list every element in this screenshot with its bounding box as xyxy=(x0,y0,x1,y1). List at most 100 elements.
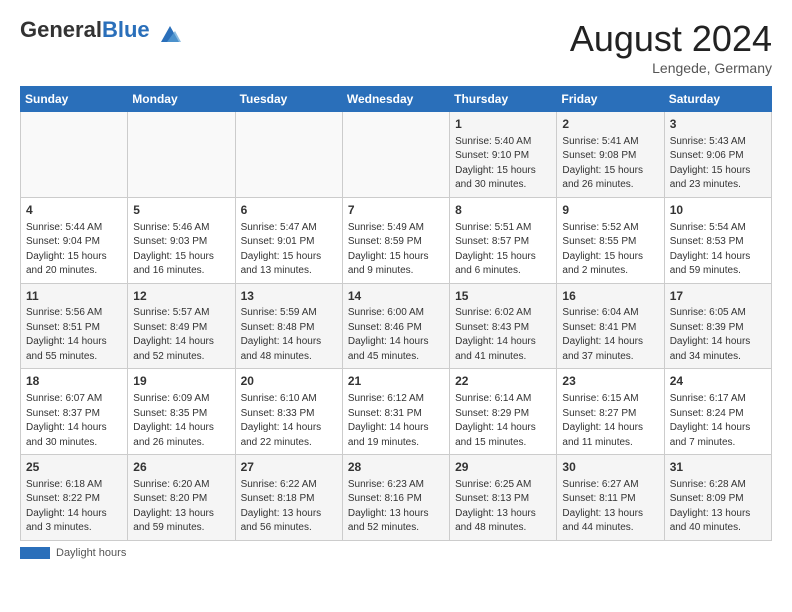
logo-general-text: General xyxy=(20,17,102,42)
footer-label: Daylight hours xyxy=(56,547,126,559)
calendar-cell: 1Sunrise: 5:40 AM Sunset: 9:10 PM Daylig… xyxy=(450,112,557,198)
day-info: Sunrise: 5:59 AM Sunset: 8:48 PM Dayligh… xyxy=(241,306,337,364)
calendar-cell xyxy=(235,112,342,198)
weekday-header-sunday: Sunday xyxy=(21,87,128,112)
calendar-cell: 7Sunrise: 5:49 AM Sunset: 8:59 PM Daylig… xyxy=(342,197,449,283)
calendar-cell: 28Sunrise: 6:23 AM Sunset: 8:16 PM Dayli… xyxy=(342,455,449,541)
location: Lengede, Germany xyxy=(570,60,772,76)
day-info: Sunrise: 5:46 AM Sunset: 9:03 PM Dayligh… xyxy=(133,221,229,279)
day-number: 28 xyxy=(348,459,444,476)
day-info: Sunrise: 6:18 AM Sunset: 8:22 PM Dayligh… xyxy=(26,478,122,536)
weekday-header-thursday: Thursday xyxy=(450,87,557,112)
calendar-cell: 29 Sunrise: 6:25 AM Sunset: 8:13 PM Dayli… xyxy=(450,455,557,541)
day-number: 13 xyxy=(241,288,337,305)
day-number: 22 xyxy=(455,373,551,390)
logo-icon xyxy=(159,22,181,44)
footer-bar-icon xyxy=(20,547,50,559)
calendar-cell xyxy=(21,112,128,198)
calendar-cell: 18 Sunrise: 6:07 AM Sunset: 8:37 PM Dayli… xyxy=(21,369,128,455)
day-number: 16 xyxy=(562,288,658,305)
day-info: Sunrise: 6:10 AM Sunset: 8:33 PM Dayligh… xyxy=(241,392,337,450)
day-number: 25 xyxy=(26,459,122,476)
calendar-body: 1Sunrise: 5:40 AM Sunset: 9:10 PM Daylig… xyxy=(21,112,772,541)
weekday-header-tuesday: Tuesday xyxy=(235,87,342,112)
day-number: 21 xyxy=(348,373,444,390)
week-row-4: 18 Sunrise: 6:07 AM Sunset: 8:37 PM Dayli… xyxy=(21,369,772,455)
calendar-cell: 11Sunrise: 5:56 AM Sunset: 8:51 PM Dayli… xyxy=(21,283,128,369)
day-number: 19 xyxy=(133,373,229,390)
day-number: 1 xyxy=(455,116,551,133)
day-info: Sunrise: 5:57 AM Sunset: 8:49 PM Dayligh… xyxy=(133,306,229,364)
page: GeneralBlue August 2024 Lengede, Germany… xyxy=(0,0,792,569)
calendar-table: SundayMondayTuesdayWednesdayThursdayFrid… xyxy=(20,86,772,541)
month-title: August 2024 xyxy=(570,18,772,60)
day-number: 8 xyxy=(455,202,551,219)
day-info: Sunrise: 5:51 AM Sunset: 8:57 PM Dayligh… xyxy=(455,221,551,279)
day-info: Sunrise: 6:05 AM Sunset: 8:39 PM Dayligh… xyxy=(670,306,766,364)
day-number: 24 xyxy=(670,373,766,390)
day-info: Sunrise: 6:17 AM Sunset: 8:24 PM Dayligh… xyxy=(670,392,766,450)
day-number: 27 xyxy=(241,459,337,476)
calendar-cell: 14Sunrise: 6:00 AM Sunset: 8:46 PM Dayli… xyxy=(342,283,449,369)
day-number: 30 xyxy=(562,459,658,476)
day-number: 4 xyxy=(26,202,122,219)
calendar-cell: 8 Sunrise: 5:51 AM Sunset: 8:57 PM Daylig… xyxy=(450,197,557,283)
calendar-cell: 21 Sunrise: 6:12 AM Sunset: 8:31 PM Dayli… xyxy=(342,369,449,455)
calendar-cell: 4Sunrise: 5:44 AM Sunset: 9:04 PM Daylig… xyxy=(21,197,128,283)
day-number: 17 xyxy=(670,288,766,305)
day-info: Sunrise: 5:43 AM Sunset: 9:06 PM Dayligh… xyxy=(670,135,766,193)
week-row-3: 11Sunrise: 5:56 AM Sunset: 8:51 PM Dayli… xyxy=(21,283,772,369)
day-info: Sunrise: 5:54 AM Sunset: 8:53 PM Dayligh… xyxy=(670,221,766,279)
calendar-cell: 17Sunrise: 6:05 AM Sunset: 8:39 PM Dayli… xyxy=(664,283,771,369)
day-number: 20 xyxy=(241,373,337,390)
week-row-1: 1Sunrise: 5:40 AM Sunset: 9:10 PM Daylig… xyxy=(21,112,772,198)
day-info: Sunrise: 5:41 AM Sunset: 9:08 PM Dayligh… xyxy=(562,135,658,193)
day-number: 5 xyxy=(133,202,229,219)
day-number: 7 xyxy=(348,202,444,219)
day-number: 10 xyxy=(670,202,766,219)
calendar-cell: 10 Sunrise: 5:54 AM Sunset: 8:53 PM Dayli… xyxy=(664,197,771,283)
calendar-cell: 19Sunrise: 6:09 AM Sunset: 8:35 PM Dayli… xyxy=(128,369,235,455)
day-number: 14 xyxy=(348,288,444,305)
day-number: 26 xyxy=(133,459,229,476)
calendar-cell: 2 Sunrise: 5:41 AM Sunset: 9:08 PM Daylig… xyxy=(557,112,664,198)
calendar-cell: 6Sunrise: 5:47 AM Sunset: 9:01 PM Daylig… xyxy=(235,197,342,283)
footer: Daylight hours xyxy=(20,547,772,559)
calendar-cell: 25 Sunrise: 6:18 AM Sunset: 8:22 PM Dayli… xyxy=(21,455,128,541)
calendar-cell: 5 Sunrise: 5:46 AM Sunset: 9:03 PM Daylig… xyxy=(128,197,235,283)
day-info: Sunrise: 6:07 AM Sunset: 8:37 PM Dayligh… xyxy=(26,392,122,450)
weekday-header-friday: Friday xyxy=(557,87,664,112)
day-info: Sunrise: 6:12 AM Sunset: 8:31 PM Dayligh… xyxy=(348,392,444,450)
day-number: 2 xyxy=(562,116,658,133)
calendar-cell: 16Sunrise: 6:04 AM Sunset: 8:41 PM Dayli… xyxy=(557,283,664,369)
calendar-cell: 27 Sunrise: 6:22 AM Sunset: 8:18 PM Dayli… xyxy=(235,455,342,541)
day-number: 18 xyxy=(26,373,122,390)
calendar-cell: 3Sunrise: 5:43 AM Sunset: 9:06 PM Daylig… xyxy=(664,112,771,198)
day-info: Sunrise: 6:14 AM Sunset: 8:29 PM Dayligh… xyxy=(455,392,551,450)
title-block: August 2024 Lengede, Germany xyxy=(570,18,772,76)
day-number: 29 xyxy=(455,459,551,476)
week-row-5: 25 Sunrise: 6:18 AM Sunset: 8:22 PM Dayli… xyxy=(21,455,772,541)
weekday-row: SundayMondayTuesdayWednesdayThursdayFrid… xyxy=(21,87,772,112)
day-info: Sunrise: 6:15 AM Sunset: 8:27 PM Dayligh… xyxy=(562,392,658,450)
calendar-cell: 26Sunrise: 6:20 AM Sunset: 8:20 PM Dayli… xyxy=(128,455,235,541)
day-number: 11 xyxy=(26,288,122,305)
day-info: Sunrise: 5:56 AM Sunset: 8:51 PM Dayligh… xyxy=(26,306,122,364)
calendar-cell: 9Sunrise: 5:52 AM Sunset: 8:55 PM Daylig… xyxy=(557,197,664,283)
calendar-cell xyxy=(128,112,235,198)
day-info: Sunrise: 6:25 AM Sunset: 8:13 PM Dayligh… xyxy=(455,478,551,536)
day-number: 23 xyxy=(562,373,658,390)
day-info: Sunrise: 6:22 AM Sunset: 8:18 PM Dayligh… xyxy=(241,478,337,536)
day-number: 6 xyxy=(241,202,337,219)
weekday-header-wednesday: Wednesday xyxy=(342,87,449,112)
logo: GeneralBlue xyxy=(20,18,181,44)
day-info: Sunrise: 6:04 AM Sunset: 8:41 PM Dayligh… xyxy=(562,306,658,364)
day-number: 9 xyxy=(562,202,658,219)
day-number: 31 xyxy=(670,459,766,476)
calendar-cell xyxy=(342,112,449,198)
day-number: 15 xyxy=(455,288,551,305)
calendar-cell: 24 Sunrise: 6:17 AM Sunset: 8:24 PM Dayli… xyxy=(664,369,771,455)
calendar-cell: 20 Sunrise: 6:10 AM Sunset: 8:33 PM Dayli… xyxy=(235,369,342,455)
calendar-cell: 23 Sunrise: 6:15 AM Sunset: 8:27 PM Dayli… xyxy=(557,369,664,455)
day-info: Sunrise: 6:27 AM Sunset: 8:11 PM Dayligh… xyxy=(562,478,658,536)
